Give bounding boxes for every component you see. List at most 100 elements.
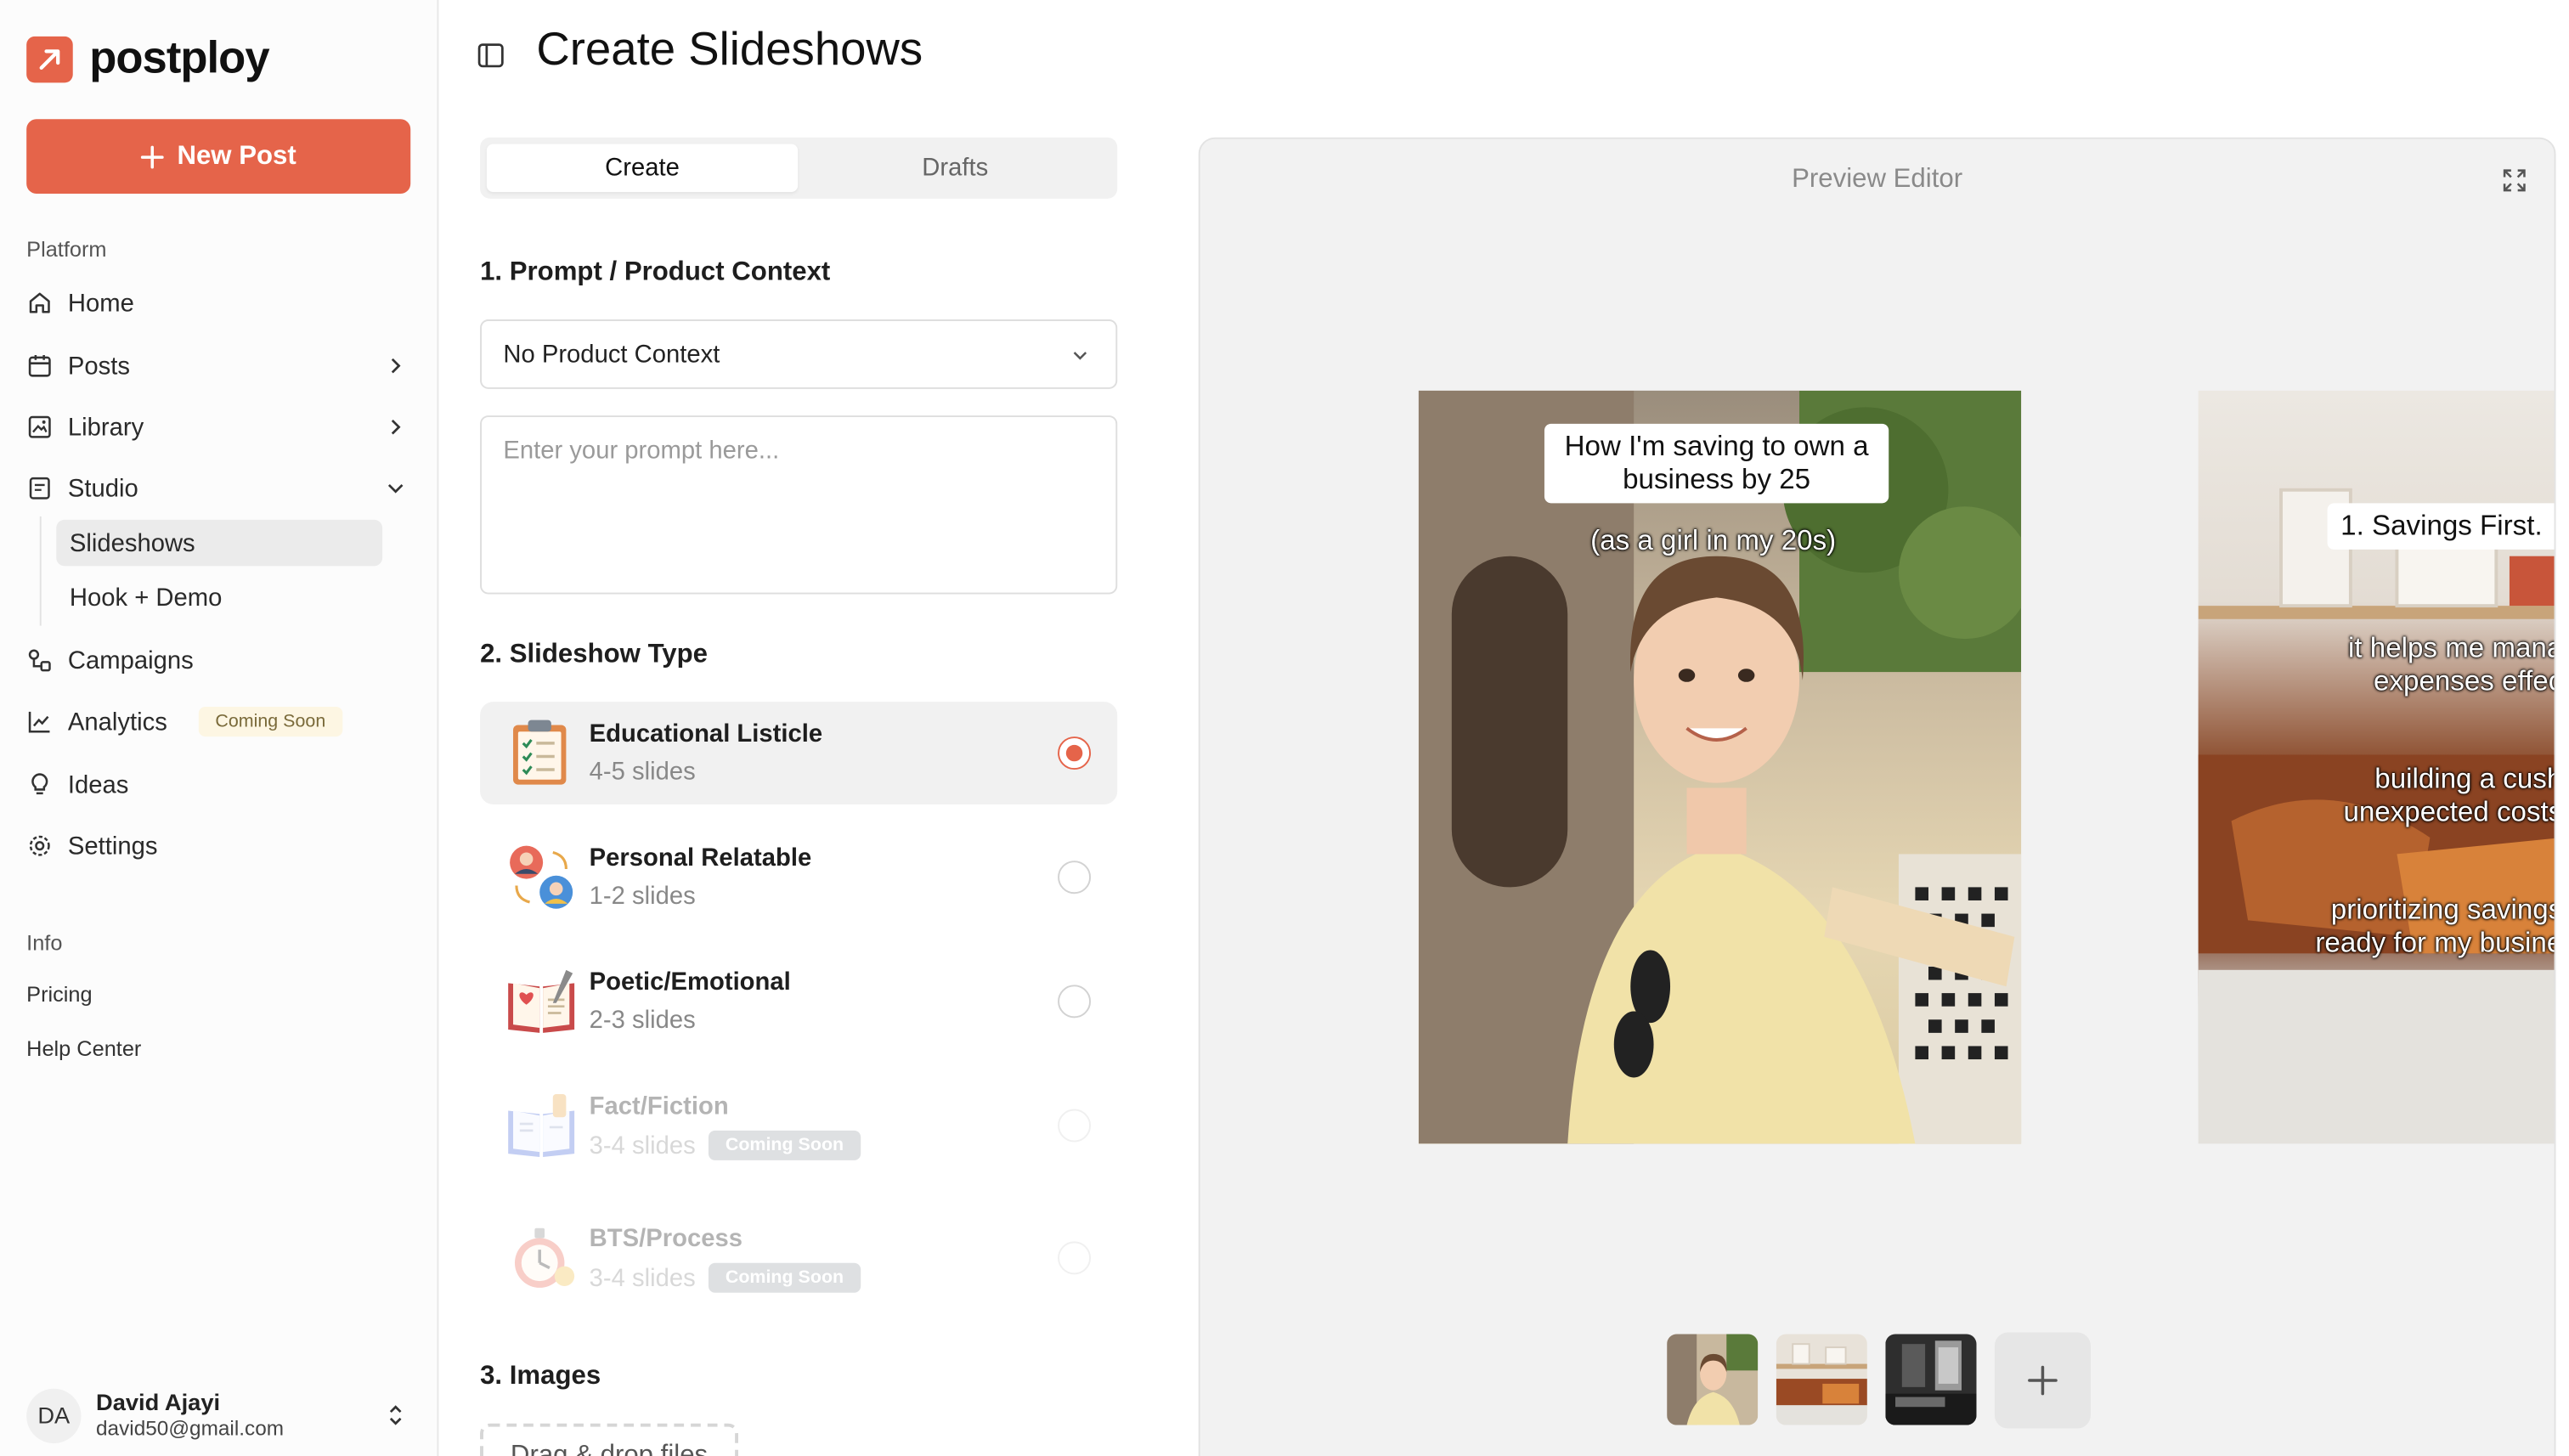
sidebar-toggle-icon[interactable] xyxy=(477,42,505,70)
sidebar-item-label: Home xyxy=(67,289,134,318)
type-name: Fact/Fiction xyxy=(589,1092,729,1121)
sidebar-item-label: Campaigns xyxy=(67,646,194,675)
sidebar-item-settings[interactable]: Settings xyxy=(26,821,410,870)
sidebar-item-label: Ideas xyxy=(67,770,129,799)
type-card-personal-relatable[interactable]: Personal Relatable 1-2 slides xyxy=(480,826,1117,928)
clipboard-checklist-icon xyxy=(513,720,567,785)
type-card-poetic-emotional[interactable]: Poetic/Emotional 2-3 slides xyxy=(480,950,1117,1052)
sidebar-item-library[interactable]: Library xyxy=(26,402,410,451)
slide-thumbnail[interactable] xyxy=(1776,1334,1867,1425)
sidebar-item-campaigns[interactable]: Campaigns xyxy=(26,635,410,685)
type-slides-count: 3-4 slides xyxy=(589,1263,696,1292)
slide-1-subcaption[interactable]: (as a girl in my 20s) xyxy=(1419,525,2008,558)
expand-icon[interactable] xyxy=(2501,167,2527,194)
type-slides: 1-2 slides xyxy=(590,883,696,911)
type-slides: 3-4 slides Coming Soon xyxy=(589,1130,861,1160)
slide-1-photo xyxy=(1418,390,2022,1144)
calendar-icon xyxy=(28,354,51,377)
type-slides-count: 2-3 slides xyxy=(589,1006,696,1035)
type-name: Personal Relatable xyxy=(589,844,812,872)
sidebar-subitem-hook-demo[interactable]: Hook + Demo xyxy=(56,574,382,621)
slide-2-caption[interactable]: 1. Savings First. xyxy=(2327,503,2555,550)
gear-icon xyxy=(29,835,50,856)
sidebar-subitem-slideshows[interactable]: Slideshows xyxy=(56,519,383,567)
sidebar-item-label: Settings xyxy=(67,832,158,861)
preview-editor: Preview Editor How I'm saving to own a b… xyxy=(1198,137,2556,1456)
slide-2-line-5[interactable]: prioritizing savings xyxy=(2265,894,2555,927)
chevron-up-down-icon xyxy=(389,1405,402,1425)
mode-tabs: Create Drafts xyxy=(480,137,1118,199)
slide-preview-2[interactable]: 1. Savings First. it helps me mana expen… xyxy=(2198,390,2555,1144)
slide-preview-1[interactable]: How I'm saving to own a business by 25 (… xyxy=(1418,390,2022,1144)
user-email: david50@gmail.com xyxy=(96,1416,285,1440)
sidebar: postploy New Post Platform Home Posts Li… xyxy=(0,0,439,1456)
preview-title: Preview Editor xyxy=(1792,165,1963,194)
type-slides-count: 3-4 slides xyxy=(589,1131,696,1160)
plus-icon xyxy=(2028,1365,2058,1396)
sidebar-item-home[interactable]: Home xyxy=(26,278,410,327)
sidebar-item-posts[interactable]: Posts xyxy=(26,341,410,390)
info-label: Info xyxy=(26,930,63,956)
poetry-book-icon xyxy=(508,969,575,1033)
slide-2-line-1[interactable]: it helps me mana xyxy=(2298,632,2554,665)
slide-thumbnail[interactable] xyxy=(1885,1334,1977,1425)
sidebar-item-label: Library xyxy=(67,413,144,442)
type-radio[interactable] xyxy=(1058,985,1092,1019)
add-slide-button[interactable] xyxy=(1994,1332,2091,1429)
product-context-select[interactable]: No Product Context xyxy=(480,319,1118,389)
step1-title: 1. Prompt / Product Context xyxy=(480,257,831,287)
type-radio[interactable] xyxy=(1058,861,1092,894)
type-card-fact-fiction: Fact/Fiction 3-4 slides Coming Soon xyxy=(480,1075,1117,1177)
sidebar-item-studio[interactable]: Studio xyxy=(26,464,410,513)
fact-fiction-book-icon xyxy=(508,1093,575,1158)
type-slides: 4-5 slides xyxy=(590,758,696,786)
type-radio xyxy=(1058,1241,1092,1275)
slide-thumbnail[interactable] xyxy=(1667,1334,1759,1425)
submenu-line xyxy=(39,516,42,626)
sidebar-item-ideas[interactable]: Ideas xyxy=(26,759,410,809)
pricing-link[interactable]: Pricing xyxy=(26,981,92,1006)
image-dropzone[interactable]: Drag & drop files xyxy=(480,1423,739,1456)
sidebar-item-label: Posts xyxy=(67,352,130,381)
product-context-value: No Product Context xyxy=(503,340,720,369)
slide-2-line-4[interactable]: unexpected costs xyxy=(2298,796,2554,829)
platform-label: Platform xyxy=(26,236,107,262)
step3-title: 3. Images xyxy=(480,1362,601,1391)
people-exchange-icon xyxy=(510,845,573,909)
slide-2-line-2[interactable]: expenses effec xyxy=(2298,665,2554,698)
sidebar-item-label: Studio xyxy=(67,474,138,503)
avatar: DA xyxy=(26,1387,82,1443)
lightbulb-icon xyxy=(31,773,48,795)
type-card-bts-process: BTS/Process 3-4 slides Coming Soon xyxy=(480,1206,1117,1309)
home-icon xyxy=(29,292,50,313)
chevron-right-icon xyxy=(391,358,401,374)
campaigns-icon xyxy=(28,649,51,672)
slide-1-caption[interactable]: How I'm saving to own a business by 25 xyxy=(1544,423,1889,504)
coming-soon-badge: Coming Soon xyxy=(709,1262,861,1293)
new-post-button[interactable]: New Post xyxy=(26,119,411,194)
plus-icon xyxy=(140,144,164,168)
chevron-right-icon xyxy=(391,419,401,435)
tab-drafts[interactable]: Drafts xyxy=(799,144,1110,193)
sidebar-item-analytics[interactable]: Analytics Coming Soon xyxy=(26,697,410,746)
coming-soon-badge: Coming Soon xyxy=(709,1130,861,1160)
help-center-link[interactable]: Help Center xyxy=(26,1036,141,1061)
type-radio-selected[interactable] xyxy=(1058,736,1092,770)
analytics-chart-icon xyxy=(28,711,50,733)
logo[interactable]: postploy xyxy=(26,33,270,84)
type-slides-count: 1-2 slides xyxy=(589,882,696,911)
type-card-educational-listicle[interactable]: Educational Listicle 4-5 slides xyxy=(480,702,1118,804)
type-slides-count: 4-5 slides xyxy=(589,758,696,787)
user-menu[interactable]: DA David Ajayi david50@gmail.com xyxy=(26,1387,410,1443)
sidebar-item-label: Analytics xyxy=(67,707,167,736)
type-name: BTS/Process xyxy=(589,1224,742,1254)
prompt-input[interactable] xyxy=(480,415,1118,595)
slide-2-line-3[interactable]: building a cush xyxy=(2298,763,2554,796)
tab-create[interactable]: Create xyxy=(486,144,799,193)
type-slides: 3-4 slides Coming Soon xyxy=(589,1262,861,1293)
slide-2-line-6[interactable]: ready for my busine xyxy=(2265,927,2554,960)
step2-title: 2. Slideshow Type xyxy=(480,641,709,669)
chevron-down-icon xyxy=(1073,352,1087,360)
new-post-label: New Post xyxy=(177,141,296,170)
image-library-icon xyxy=(28,415,51,438)
